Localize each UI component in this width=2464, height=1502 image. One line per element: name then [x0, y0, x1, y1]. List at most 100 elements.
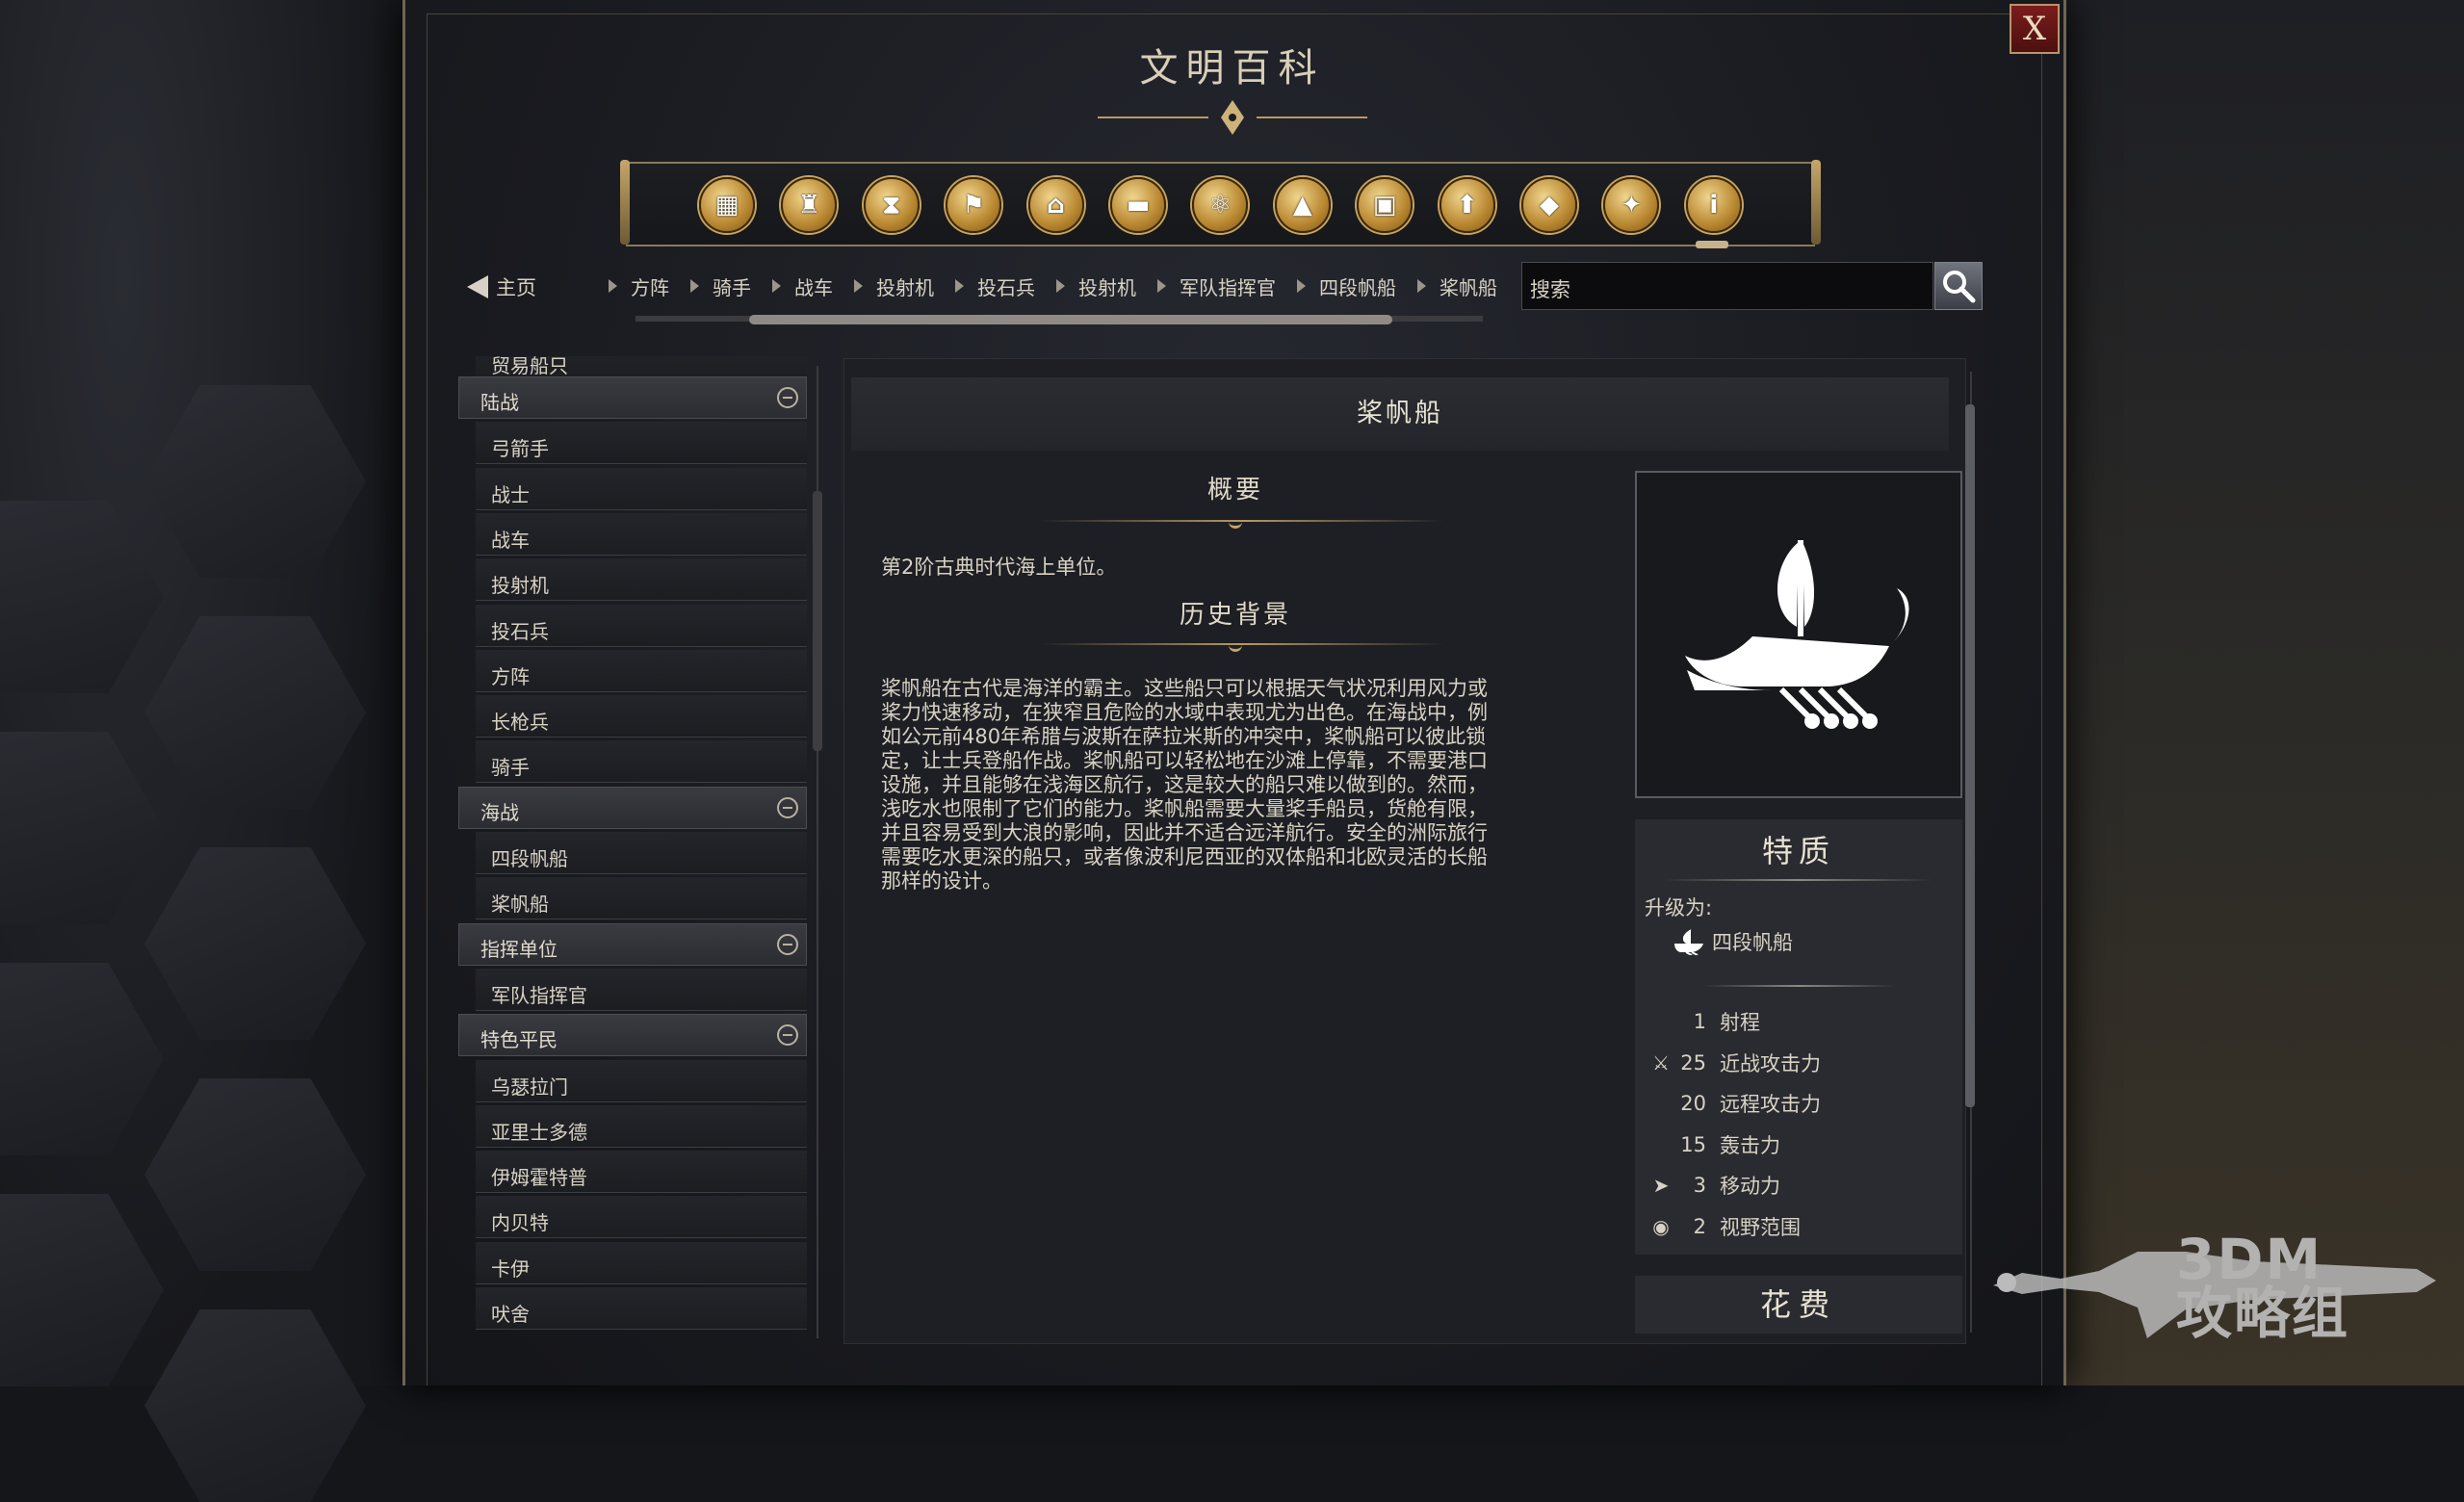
governments-icon[interactable]: ▬	[1110, 177, 1166, 233]
stat-row: ⚔ 25 近战攻击力	[1647, 1049, 1821, 1077]
civilizations-icon-glyph: ⚑	[962, 191, 985, 220]
breadcrumb-item[interactable]: 投石兵	[955, 272, 1035, 300]
section-divider	[1040, 643, 1444, 645]
home-label: 主页	[496, 276, 536, 299]
close-button[interactable]: X	[2010, 4, 2060, 54]
sidebar-item[interactable]: 卡伊	[476, 1241, 807, 1284]
stat-value: 3	[1693, 1174, 1706, 1198]
stat-value: 25	[1680, 1050, 1706, 1075]
cost-heading[interactable]: 花费	[1635, 1276, 1962, 1334]
watermark-line2: 攻略组	[2176, 1281, 2350, 1346]
sidebar-group-header[interactable]: 特色平民	[458, 1014, 807, 1057]
upgrade-target-link[interactable]: 四段帆船	[1672, 927, 1793, 956]
wonders-icon[interactable]: ⌂	[1027, 177, 1084, 233]
chevron-right-icon	[772, 279, 781, 293]
upgrades-icon[interactable]: ⬆	[1439, 177, 1495, 233]
sidebar-item[interactable]: 战士	[476, 467, 807, 510]
sidebar-item[interactable]: 四段帆船	[476, 832, 807, 874]
collapse-icon[interactable]	[777, 933, 798, 955]
history-line: 浅吃水也限制了它们的能力。桨帆船需要大量桨手船员，货舱有限，	[881, 797, 1488, 820]
leaders-icon-glyph: ✦	[1621, 191, 1643, 220]
chevron-right-icon	[1157, 279, 1166, 293]
breadcrumb-item[interactable]: 桨帆船	[1417, 272, 1497, 300]
watermark-line1: 3DM	[2176, 1227, 2323, 1292]
3dm-watermark-logo: 3DM 攻略组	[1993, 1223, 2436, 1367]
history-line: 并且容易受到大浪的影响，因此并不适合远洋航行。安全的洲际旅行	[881, 821, 1488, 844]
sidebar-item[interactable]: 战车	[476, 512, 807, 556]
chevron-right-icon	[1056, 279, 1065, 293]
upgrade-target-name: 四段帆船	[1712, 931, 1793, 954]
history-line: 桨力快速移动，在狭窄且危险的水域中表现尤为出色。在海战中，例	[881, 701, 1488, 724]
sidebar-item[interactable]: 军队指挥官	[476, 968, 807, 1011]
leaders-icon[interactable]: ✦	[1603, 177, 1660, 233]
article-scroll-thumb[interactable]	[1965, 404, 1975, 1107]
traits-title: 特质	[1761, 833, 1835, 869]
search-input[interactable]: 搜索	[1521, 262, 1933, 310]
stat-row: 15 轰击力	[1647, 1130, 1780, 1159]
stat-label: 远程攻击力	[1720, 1093, 1821, 1117]
stat-row: 1 射程	[1647, 1007, 1760, 1036]
chevron-right-icon	[609, 279, 617, 293]
sidebar-item[interactable]: 吠舍	[476, 1287, 807, 1330]
title-ornament	[1098, 100, 1367, 135]
hex-tile	[144, 847, 366, 1040]
search-button[interactable]	[1934, 262, 1983, 310]
improvements-icon[interactable]: ▣	[1357, 177, 1414, 233]
sidebar-item[interactable]: 长枪兵	[476, 695, 807, 738]
breadcrumb-label: 桨帆船	[1439, 275, 1497, 299]
collapse-icon[interactable]	[777, 796, 798, 818]
units-icon[interactable]: ▦	[699, 177, 755, 233]
sidebar-item[interactable]: 伊姆霍特普	[476, 1151, 807, 1194]
resources-icon[interactable]: ◆	[1521, 177, 1577, 233]
info-icon[interactable]: i	[1685, 177, 1742, 233]
civilizations-icon[interactable]: ⚑	[946, 177, 1002, 233]
sidebar-item[interactable]: 投射机	[476, 558, 807, 602]
breadcrumb-item[interactable]: 方阵	[609, 272, 669, 300]
breadcrumb-item[interactable]: 军队指挥官	[1157, 272, 1276, 300]
ages-icon-glyph: ⧗	[882, 190, 900, 220]
buildings-icon[interactable]: ♜	[781, 177, 838, 233]
home-button[interactable]: 主页	[467, 272, 536, 301]
technologies-icon[interactable]: ⚛	[1192, 177, 1249, 233]
sidebar-group-header[interactable]: 海战	[458, 786, 807, 829]
search-icon	[1943, 271, 1976, 303]
stat-label: 视野范围	[1720, 1216, 1801, 1239]
history-line: 需要吃水更深的船只，或者像波利尼西亚的双体船和北欧灵活的长船	[881, 845, 1488, 868]
breadcrumb-item[interactable]: 骑手	[690, 272, 751, 300]
sidebar-item[interactable]: 亚里士多德	[476, 1104, 807, 1148]
breadcrumb-item[interactable]: 四段帆船	[1297, 272, 1396, 300]
sidebar-item[interactable]: 骑手	[476, 740, 807, 784]
traits-panel: 特质 升级为: 四段帆船 1 射程 ⚔ 25 近战攻击力 20 远程攻击力 15 轰击力 ➤ 3 移动…	[1635, 819, 1962, 1255]
group-label: 指挥单位	[480, 937, 558, 961]
history-heading: 历史背景	[1179, 601, 1291, 630]
history-line: 桨帆船在古代是海洋的霸主。这些船只可以根据天气状况利用风力或	[881, 677, 1488, 700]
terrain-icon[interactable]: ▲	[1274, 177, 1331, 233]
sidebar-item[interactable]: 内贝特	[476, 1196, 807, 1239]
ages-icon[interactable]: ⧗	[863, 177, 920, 233]
breadcrumb-item[interactable]: 战车	[772, 272, 833, 300]
stat-label: 射程	[1720, 1011, 1760, 1034]
sidebar-group-header[interactable]: 指挥单位	[458, 922, 807, 966]
collapse-icon[interactable]	[777, 1024, 798, 1047]
hex-tile	[144, 385, 366, 578]
breadcrumb-label: 投石兵	[977, 275, 1035, 299]
breadcrumb-item[interactable]: 投射机	[854, 272, 934, 300]
sidebar-item[interactable]: 投石兵	[476, 604, 807, 647]
breadcrumb-scroll-thumb[interactable]	[749, 315, 1392, 324]
sidebar-item[interactable]: 乌瑟拉门	[476, 1059, 807, 1102]
section-divider	[1040, 520, 1444, 522]
breadcrumb-item[interactable]: 投射机	[1056, 272, 1136, 300]
right-background-map	[2060, 0, 2464, 1385]
hex-tile	[0, 732, 164, 924]
sidebar-item[interactable]: 方阵	[476, 649, 807, 692]
sidebar-item[interactable]: 弓箭手	[476, 422, 807, 465]
hex-tile	[144, 1309, 366, 1502]
galley-icon	[1685, 540, 1909, 729]
sidebar-item[interactable]: 桨帆船	[476, 877, 807, 920]
collapse-icon[interactable]	[777, 387, 798, 408]
breadcrumb-label: 投射机	[1078, 275, 1136, 299]
sidebar-group-header[interactable]: 陆战	[458, 376, 807, 419]
sidebar-scroll-thumb[interactable]	[813, 491, 822, 751]
stat-label: 近战攻击力	[1720, 1051, 1821, 1075]
overview-heading: 概要	[1206, 476, 1263, 505]
